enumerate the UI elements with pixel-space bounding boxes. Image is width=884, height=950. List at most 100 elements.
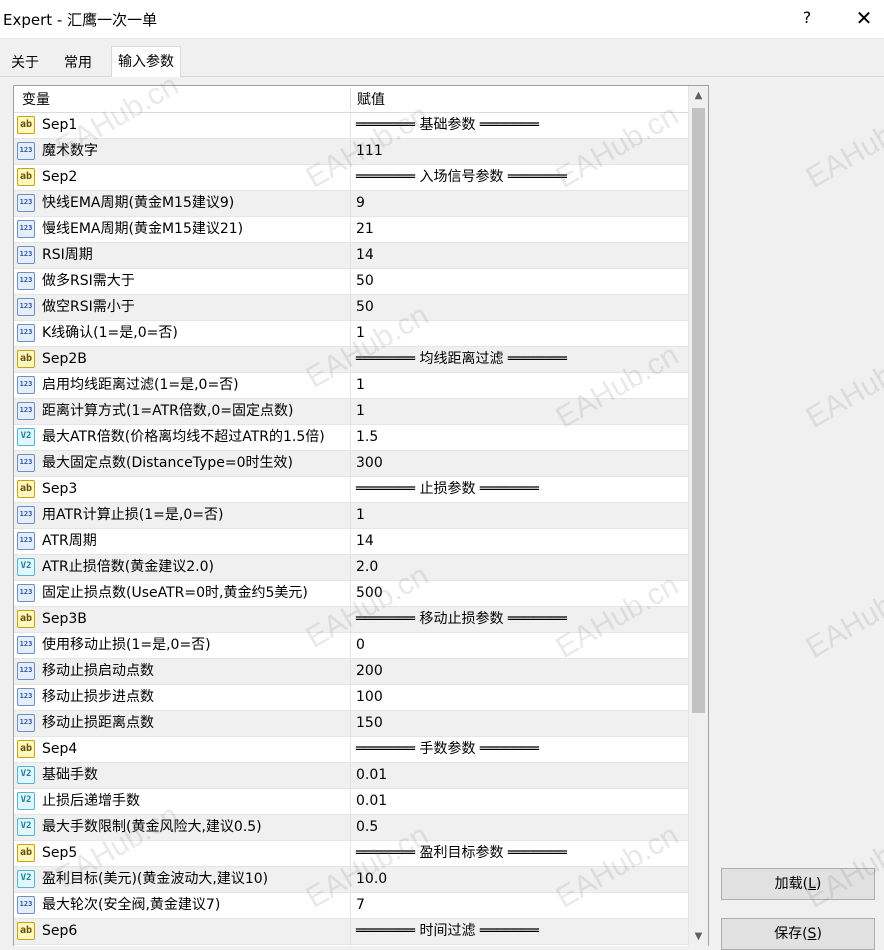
integer-type-icon: 123 [17,376,35,394]
parameter-row[interactable]: V2 最大手数限制(黄金风险大,建议0.5) 0.5 [14,815,688,841]
parameter-value[interactable]: 7 [356,893,365,918]
parameter-row[interactable]: 123 距离计算方式(1=ATR倍数,0=固定点数) 1 [14,399,688,425]
parameter-row[interactable]: 123 最大固定点数(DistanceType=0时生效) 300 [14,451,688,477]
load-button-label-tail: ) [815,876,822,892]
load-button[interactable]: 加载(L) [721,868,875,900]
parameter-row[interactable]: 123 魔术数字 111 [14,139,688,165]
parameter-value[interactable]: ═══════ 均线距离过滤 ═══════ [356,347,567,372]
string-type-icon: ab [17,740,35,758]
save-button-label-tail: ) [816,926,822,942]
help-button[interactable]: ? [796,6,818,30]
parameter-value[interactable]: 300 [356,451,383,476]
scroll-up-arrow-icon[interactable]: ▲ [689,86,708,105]
integer-type-icon: 123 [17,506,35,524]
parameter-name: Sep1 [42,117,78,133]
parameter-value[interactable]: 500 [356,581,383,606]
parameter-name: 做多RSI需大于 [42,273,135,289]
parameter-value[interactable]: ═══════ 时间过滤 ═══════ [356,919,539,944]
parameter-value[interactable]: 0 [356,945,365,946]
parameter-row[interactable]: ab Sep2B ═══════ 均线距离过滤 ═══════ [14,347,688,373]
parameter-row[interactable]: V2 盈利目标(美元)(黄金波动大,建议10) 10.0 [14,867,688,893]
column-header-variable[interactable]: 变量 [22,86,50,112]
parameter-row[interactable]: ab Sep6 ═══════ 时间过滤 ═══════ [14,919,688,945]
cell-divider [350,893,351,918]
parameter-row[interactable]: V2 止损后递增手数 0.01 [14,789,688,815]
tab-about[interactable]: 关于 [4,50,46,76]
parameter-row[interactable]: 123 最大轮次(安全阀,黄金建议7) 7 [14,893,688,919]
load-button-accel: L [808,876,816,892]
parameter-value[interactable]: 0.01 [356,763,387,788]
parameter-row[interactable]: 123 移动止损步进点数 100 [14,685,688,711]
parameter-value[interactable]: 14 [356,243,374,268]
cell-divider [350,477,351,502]
parameter-row[interactable]: 123 启用均线距离过滤(1=是,0=否) 1 [14,373,688,399]
integer-type-icon: 123 [17,662,35,680]
parameter-row[interactable]: 123 用ATR计算止损(1=是,0=否) 1 [14,503,688,529]
parameter-value[interactable]: ═══════ 移动止损参数 ═══════ [356,607,567,632]
cell-divider [350,529,351,554]
parameter-row[interactable]: 123使用时间过滤(1=是,0=否)0 [14,945,688,946]
parameter-row[interactable]: ab Sep1 ═══════ 基础参数 ═══════ [14,113,688,139]
parameter-row[interactable]: ab Sep4 ═══════ 手数参数 ═══════ [14,737,688,763]
save-button[interactable]: 保存(S) [721,918,875,950]
scroll-down-arrow-icon[interactable]: ▼ [689,927,708,946]
parameter-value[interactable]: 9 [356,191,365,216]
parameter-value[interactable]: 50 [356,269,374,294]
parameter-row[interactable]: 123 ATR周期 14 [14,529,688,555]
parameter-row[interactable]: 123 固定止损点数(UseATR=0时,黄金约5美元) 500 [14,581,688,607]
parameter-value[interactable]: 0.5 [356,815,378,840]
integer-type-icon: 123 [17,688,35,706]
parameter-row[interactable]: 123 慢线EMA周期(黄金M15建议21) 21 [14,217,688,243]
parameter-value[interactable]: ═══════ 基础参数 ═══════ [356,113,539,138]
parameter-row[interactable]: 123 移动止损启动点数 200 [14,659,688,685]
column-header-value[interactable]: 赋值 [357,86,385,112]
parameter-row[interactable]: V2 ATR止损倍数(黄金建议2.0) 2.0 [14,555,688,581]
parameter-row[interactable]: 123 快线EMA周期(黄金M15建议9) 9 [14,191,688,217]
scroll-thumb[interactable] [692,108,705,713]
parameter-row[interactable]: 123 使用移动止损(1=是,0=否) 0 [14,633,688,659]
parameter-value[interactable]: 1 [356,373,365,398]
string-type-icon: ab [17,922,35,940]
integer-type-icon: 123 [17,220,35,238]
parameter-row[interactable]: 123 做多RSI需大于 50 [14,269,688,295]
tab-inputs[interactable]: 输入参数 [111,46,181,77]
parameter-value[interactable]: 1 [356,321,365,346]
parameter-value[interactable]: ═══════ 手数参数 ═══════ [356,737,539,762]
parameter-value[interactable]: 0.01 [356,789,387,814]
parameter-name: 魔术数字 [42,143,98,159]
parameter-value[interactable]: 10.0 [356,867,387,892]
parameter-value[interactable]: 21 [356,217,374,242]
parameter-value[interactable]: ═══════ 入场信号参数 ═══════ [356,165,567,190]
parameter-value[interactable]: 50 [356,295,374,320]
column-divider[interactable] [350,88,351,110]
parameter-value[interactable]: 200 [356,659,383,684]
parameter-row[interactable]: ab Sep3B ═══════ 移动止损参数 ═══════ [14,607,688,633]
close-button[interactable]: ✕ [850,6,878,30]
integer-type-icon: 123 [17,402,35,420]
tab-common[interactable]: 常用 [57,50,99,76]
parameter-row[interactable]: V2 最大ATR倍数(价格离均线不超过ATR的1.5倍) 1.5 [14,425,688,451]
parameter-row[interactable]: ab Sep5 ═══════ 盈利目标参数 ═══════ [14,841,688,867]
integer-type-icon: 123 [17,454,35,472]
parameter-value[interactable]: 2.0 [356,555,378,580]
parameter-value[interactable]: 14 [356,529,374,554]
parameter-value[interactable]: 150 [356,711,383,736]
parameter-value[interactable]: 1 [356,503,365,528]
parameter-row[interactable]: 123 K线确认(1=是,0=否) 1 [14,321,688,347]
parameter-value[interactable]: ═══════ 盈利目标参数 ═══════ [356,841,567,866]
string-type-icon: ab [17,350,35,368]
vertical-scrollbar[interactable]: ▲ ▼ [688,86,708,946]
parameter-value[interactable]: ═══════ 止损参数 ═══════ [356,477,539,502]
parameter-value[interactable]: 100 [356,685,383,710]
parameter-row[interactable]: 123 做空RSI需小于 50 [14,295,688,321]
parameter-row[interactable]: V2 基础手数 0.01 [14,763,688,789]
parameter-value[interactable]: 1.5 [356,425,378,450]
parameter-row[interactable]: ab Sep3 ═══════ 止损参数 ═══════ [14,477,688,503]
tab-bar: 关于 常用 输入参数 [0,46,884,77]
parameter-value[interactable]: 111 [356,139,383,164]
parameter-value[interactable]: 1 [356,399,365,424]
parameter-row[interactable]: 123 移动止损距离点数 150 [14,711,688,737]
parameter-value[interactable]: 0 [356,633,365,658]
parameter-row[interactable]: 123 RSI周期 14 [14,243,688,269]
parameter-row[interactable]: ab Sep2 ═══════ 入场信号参数 ═══════ [14,165,688,191]
